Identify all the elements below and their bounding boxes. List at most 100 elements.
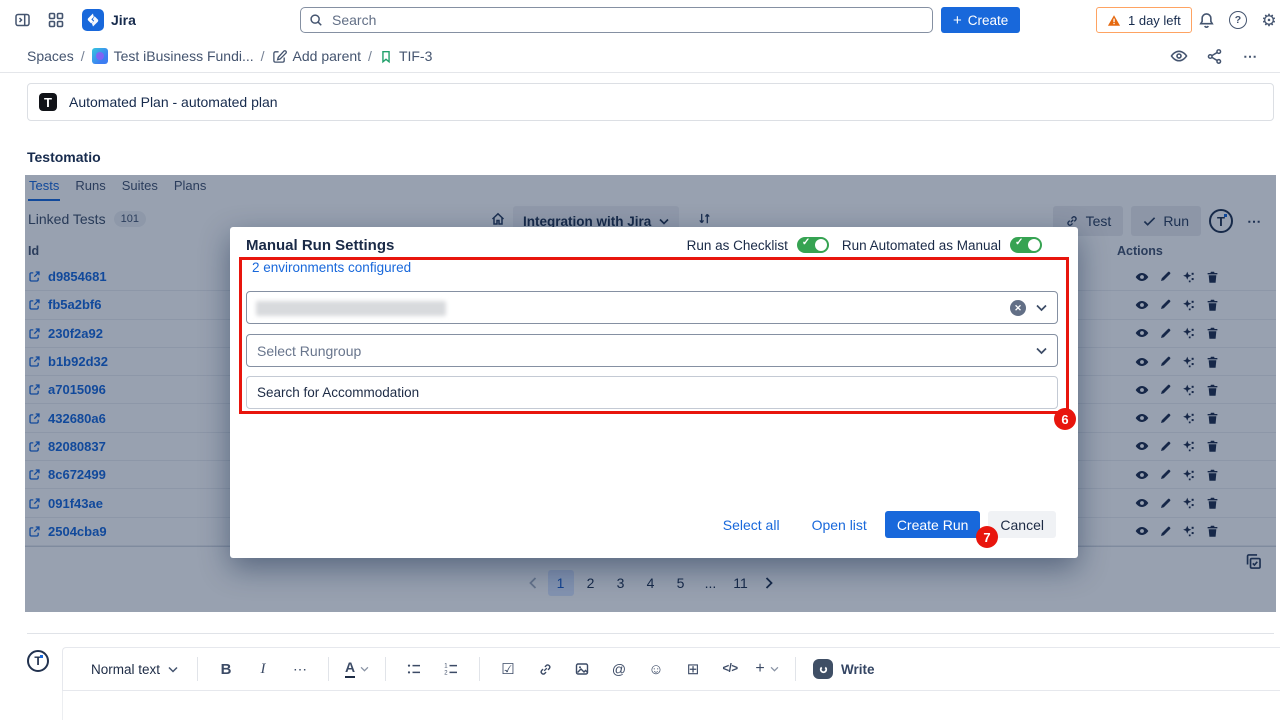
share-button[interactable]	[1201, 43, 1228, 70]
bullet-list-button[interactable]	[399, 654, 429, 684]
app-grid-icon	[48, 12, 64, 28]
breadcrumb: Spaces / Test iBusiness Fundi... / Add p…	[0, 40, 1280, 73]
numbered-list-icon: 12	[443, 661, 459, 677]
chevron-down-icon[interactable]	[1036, 347, 1047, 355]
settings-button[interactable]: ⚙	[1255, 6, 1280, 34]
more-formatting-button[interactable]: ⋯	[285, 654, 315, 684]
plan-card-title: Automated Plan - automated plan	[69, 94, 278, 110]
modal-title: Manual Run Settings	[246, 237, 687, 254]
emoji-button[interactable]: ☺	[641, 654, 671, 684]
chevron-down-icon[interactable]	[1036, 304, 1047, 312]
chevron-down-icon	[168, 666, 178, 673]
watch-button[interactable]	[1165, 43, 1192, 70]
clear-selection-icon[interactable]: ✕	[1010, 300, 1026, 316]
chevron-down-icon	[360, 666, 369, 672]
insert-table-button[interactable]: ⊞	[678, 654, 708, 684]
create-button-label: Create	[968, 13, 1009, 28]
editor-content-edge	[62, 691, 63, 720]
toolbar-divider	[795, 657, 796, 681]
create-button[interactable]: + Create	[941, 7, 1020, 33]
create-run-button[interactable]: Create Run	[885, 511, 981, 538]
breadcrumb-project-label: Test iBusiness Fundi...	[114, 48, 254, 64]
help-icon: ?	[1229, 11, 1247, 29]
run-as-checklist-toggle[interactable]: ✓	[797, 237, 829, 253]
environment-select[interactable]: ✕	[246, 291, 1058, 324]
automated-plan-card[interactable]: T Automated Plan - automated plan	[27, 83, 1274, 121]
more-actions-button[interactable]: ⋯	[1237, 43, 1264, 70]
jira-home-link[interactable]: Jira	[82, 9, 136, 31]
notifications-button[interactable]	[1192, 6, 1220, 34]
svg-text:1: 1	[444, 664, 448, 670]
sidebar-toggle-button[interactable]	[8, 6, 36, 34]
breadcrumb-separator: /	[368, 48, 372, 64]
add-parent-button[interactable]: Add parent	[272, 48, 362, 64]
top-navigation: Jira + Create 1 day left ? ⚙	[0, 0, 1280, 40]
rungroup-input[interactable]	[247, 335, 1017, 366]
text-style-label: Normal text	[91, 662, 160, 677]
select-all-link[interactable]: Select all	[723, 517, 780, 533]
more-icon: ⋯	[1243, 48, 1258, 65]
code-block-button[interactable]: </>	[715, 654, 745, 684]
insert-link-button[interactable]	[530, 654, 560, 684]
svg-text:2: 2	[444, 671, 448, 677]
bell-icon	[1198, 12, 1215, 29]
italic-button[interactable]: I	[248, 654, 278, 684]
trial-badge-label: 1 day left	[1128, 13, 1181, 28]
text-style-dropdown[interactable]: Normal text	[85, 662, 184, 677]
toolbar-divider	[197, 657, 198, 681]
breadcrumb-separator: /	[261, 48, 265, 64]
text-color-button[interactable]: A	[342, 654, 372, 684]
jira-logo-icon	[82, 9, 104, 31]
breadcrumb-separator: /	[81, 48, 85, 64]
breadcrumb-project[interactable]: Test iBusiness Fundi...	[92, 48, 254, 64]
run-automated-as-manual-label: Run Automated as Manual	[842, 238, 1001, 253]
task-list-button[interactable]: ☑	[493, 654, 523, 684]
toolbar-divider	[385, 657, 386, 681]
toggle-knob	[1028, 239, 1040, 251]
watch-eye-icon	[1170, 47, 1188, 65]
bold-button[interactable]: B	[211, 654, 241, 684]
annotation-badge-6: 6	[1054, 408, 1076, 430]
toolbar-divider	[479, 657, 480, 681]
insert-image-button[interactable]	[567, 654, 597, 684]
testomatio-logo-icon: T	[39, 93, 57, 111]
run-title-field[interactable]	[246, 376, 1058, 409]
rungroup-select[interactable]	[246, 334, 1058, 367]
app-switcher-button[interactable]	[42, 6, 70, 34]
manual-run-settings-modal: Manual Run Settings Run as Checklist ✓ R…	[230, 227, 1078, 558]
cancel-button[interactable]: Cancel	[988, 511, 1056, 538]
sidebar-toggle-icon	[14, 12, 31, 28]
chevron-down-icon	[770, 666, 779, 672]
modal-toggles: Run as Checklist ✓ Run Automated as Manu…	[687, 237, 1042, 253]
annotation-badge-7: 7	[976, 526, 998, 548]
trial-countdown-badge[interactable]: 1 day left	[1096, 7, 1192, 33]
warning-icon	[1107, 14, 1121, 27]
ai-write-button[interactable]: Write	[813, 659, 875, 679]
global-search[interactable]	[300, 7, 933, 33]
breadcrumb-spaces[interactable]: Spaces	[27, 48, 74, 64]
environments-configured-link[interactable]: 2 environments configured	[252, 260, 411, 275]
run-automated-as-manual-toggle[interactable]: ✓	[1010, 237, 1042, 253]
page-actions: ⋯	[1165, 43, 1264, 70]
toolbar-divider	[328, 657, 329, 681]
open-list-link[interactable]: Open list	[812, 517, 867, 533]
help-button[interactable]: ?	[1224, 6, 1252, 34]
project-avatar	[92, 48, 108, 64]
breadcrumb-issue[interactable]: TIF-3	[379, 48, 432, 64]
edit-icon	[272, 49, 287, 64]
search-input[interactable]	[330, 11, 924, 29]
text-color-icon: A	[345, 660, 355, 677]
plus-icon: +	[755, 660, 764, 678]
modal-footer: Select all Open list Create Run Cancel	[723, 511, 1056, 538]
ai-write-icon	[813, 659, 833, 679]
insert-more-button[interactable]: +	[752, 654, 782, 684]
numbered-list-button[interactable]: 12	[436, 654, 466, 684]
gear-icon: ⚙	[1261, 12, 1276, 29]
link-icon	[538, 662, 553, 677]
testomatio-editor-icon: T	[27, 650, 49, 672]
search-icon	[309, 13, 323, 27]
bookmark-icon	[379, 49, 393, 64]
mention-button[interactable]: @	[604, 654, 634, 684]
ai-write-label: Write	[841, 662, 875, 677]
run-title-input[interactable]	[247, 377, 1017, 408]
